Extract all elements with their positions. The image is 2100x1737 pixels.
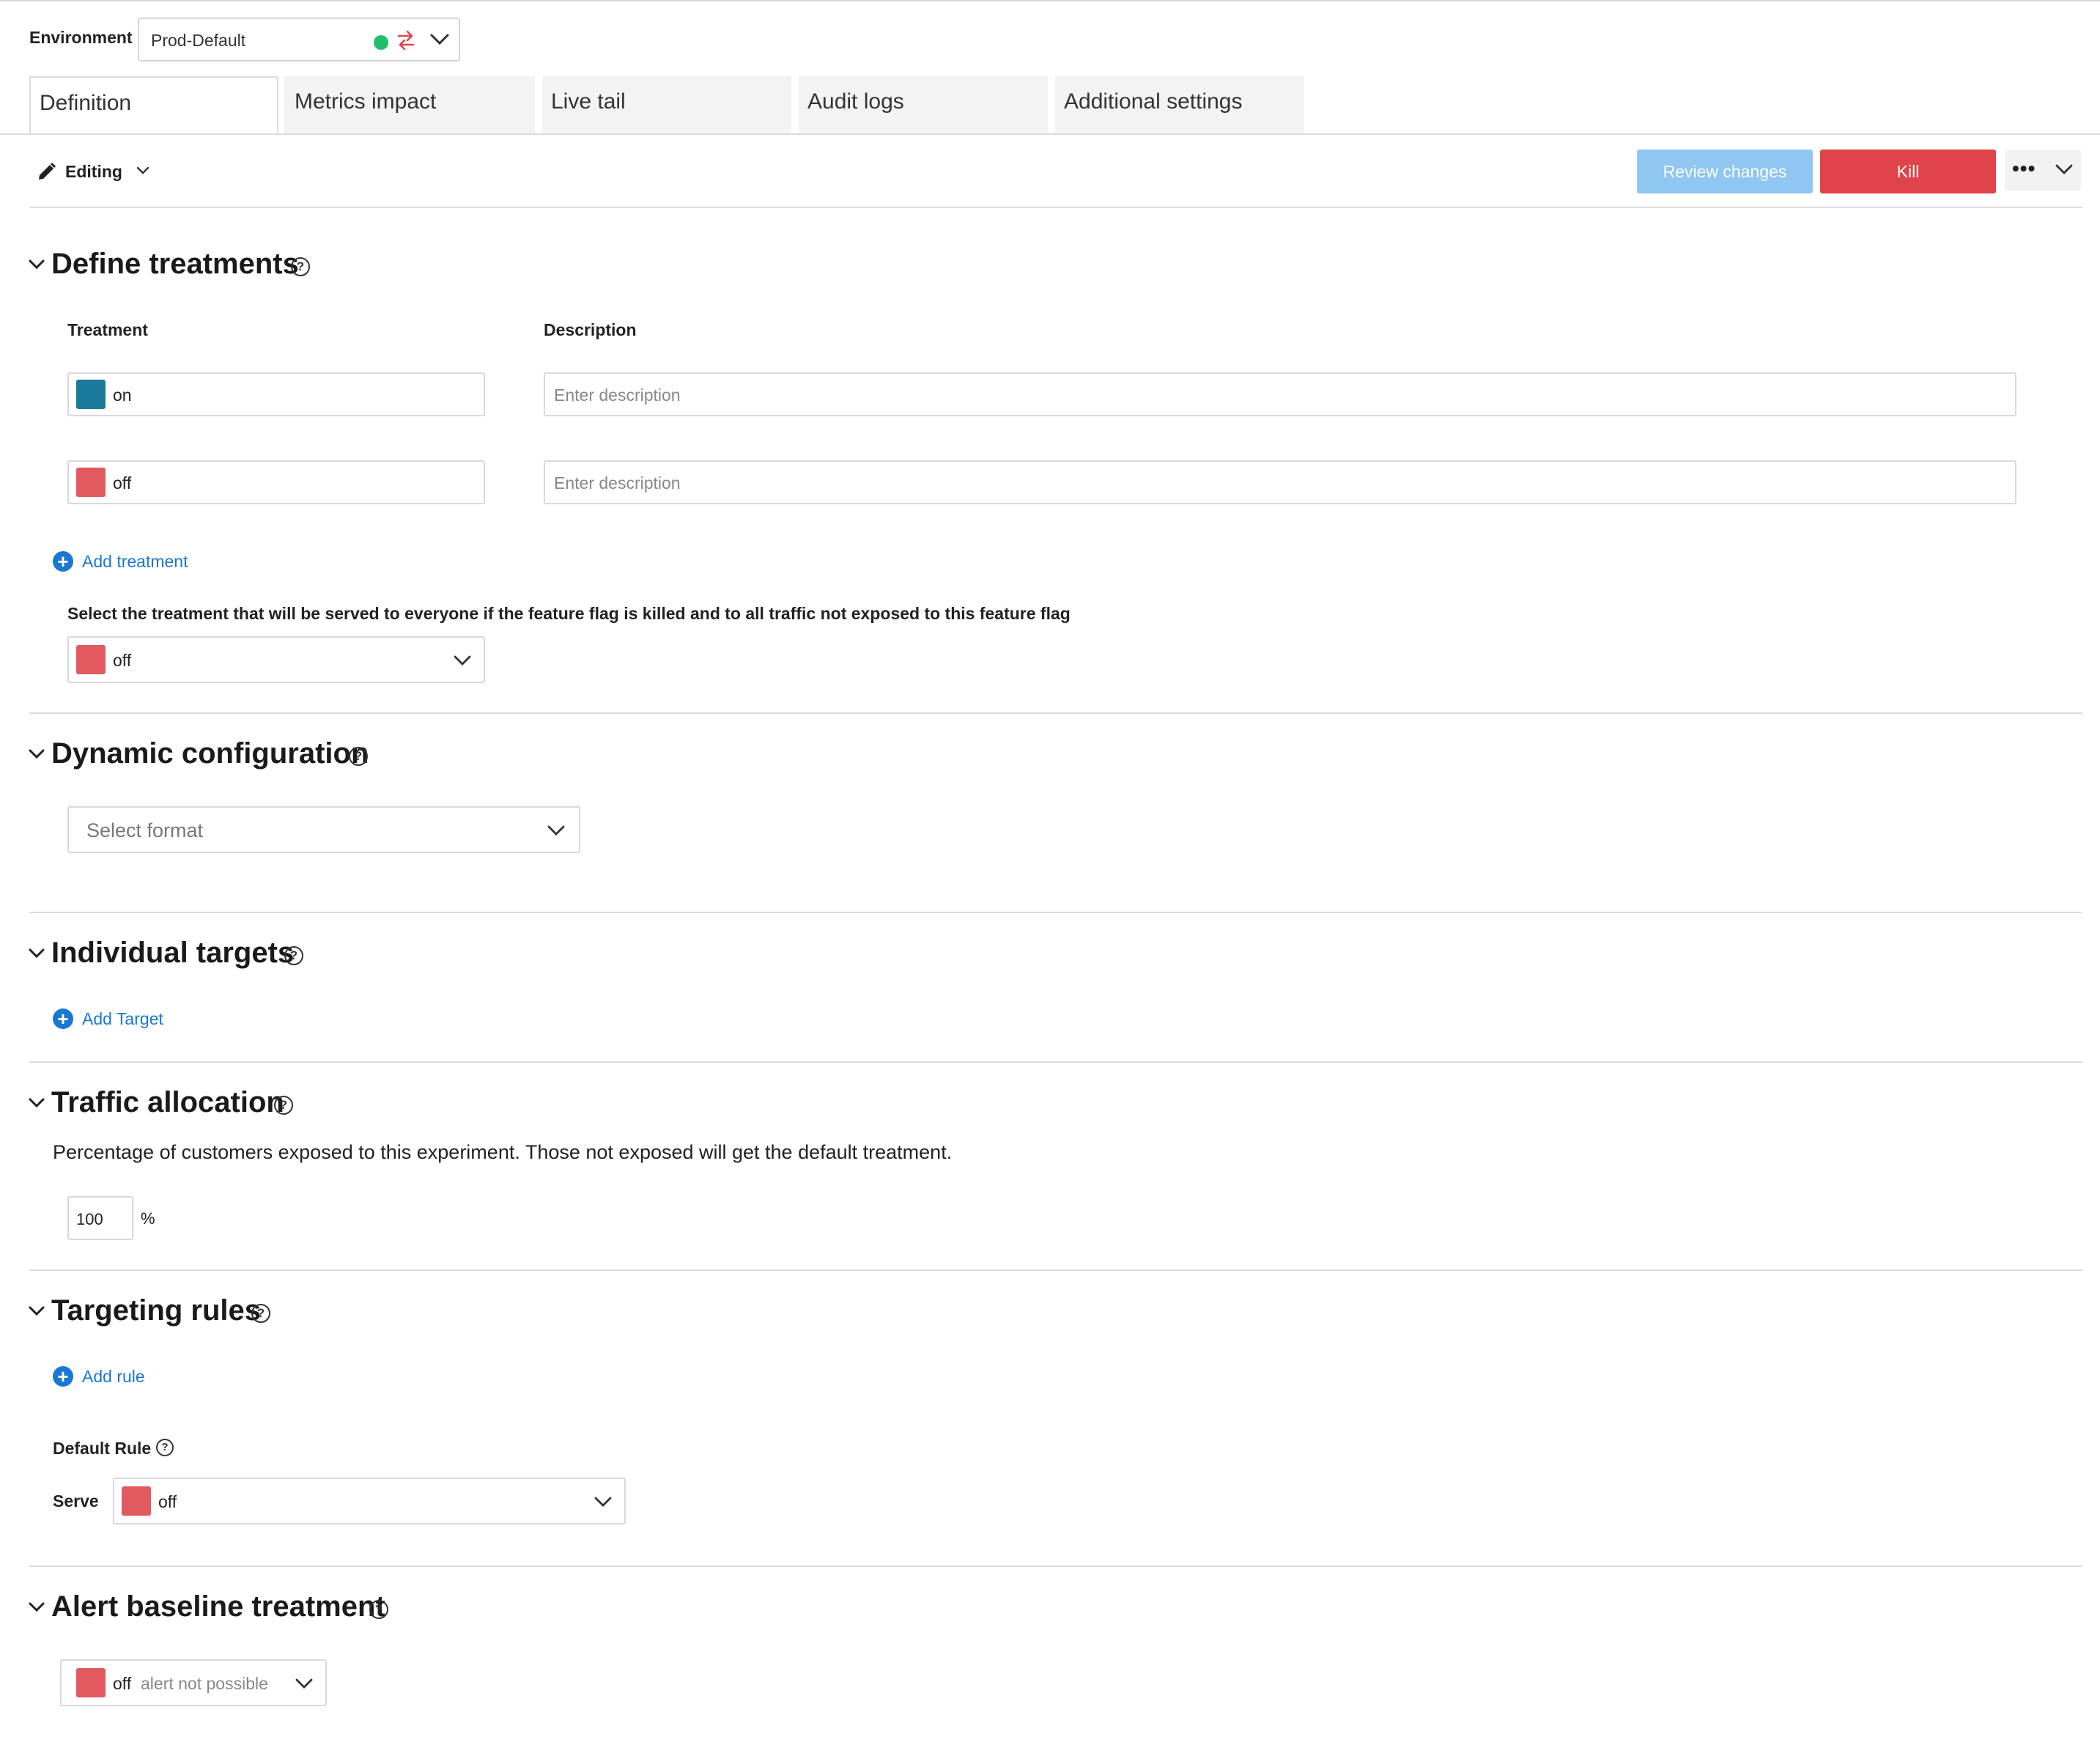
section-title-define-treatments: Define treatments xyxy=(51,248,299,280)
percent-unit: % xyxy=(141,1209,155,1228)
chevron-down-icon xyxy=(2055,163,2074,180)
chevron-down-icon xyxy=(453,654,472,671)
help-icon[interactable]: ? xyxy=(156,1439,174,1456)
treatment-description-input[interactable]: Enter description xyxy=(544,372,2016,416)
mode-label[interactable]: Editing xyxy=(65,162,122,182)
help-icon[interactable]: ? xyxy=(284,946,303,965)
default-treatment-select[interactable]: off xyxy=(67,636,485,683)
review-changes-button[interactable]: Review changes xyxy=(1637,150,1813,193)
divider xyxy=(29,712,2082,714)
collapse-chevron-icon[interactable] xyxy=(28,1601,45,1618)
treatment-color-swatch xyxy=(76,645,106,674)
default-rule-label: Default Rule xyxy=(53,1439,152,1458)
section-title-targeting-rules: Targeting rules xyxy=(51,1294,261,1327)
serve-label: Serve xyxy=(53,1491,99,1511)
serve-treatment-value: off xyxy=(158,1492,177,1511)
help-icon[interactable]: ? xyxy=(274,1096,293,1115)
treatment-color-swatch[interactable] xyxy=(76,468,106,497)
add-treatment-link[interactable]: Add treatment xyxy=(82,552,188,572)
treatment-color-swatch xyxy=(122,1486,151,1516)
collapse-chevron-icon[interactable] xyxy=(28,258,45,275)
treatment-name-input[interactable]: on xyxy=(67,372,485,416)
help-icon[interactable]: ? xyxy=(369,1600,388,1619)
more-icon: ••• xyxy=(2012,157,2036,180)
environment-value: Prod-Default xyxy=(151,31,246,50)
chevron-down-icon xyxy=(295,1677,314,1694)
collapse-chevron-icon[interactable] xyxy=(28,947,45,964)
help-icon[interactable]: ? xyxy=(349,747,368,766)
section-title-traffic-allocation: Traffic allocation xyxy=(51,1086,284,1118)
treatment-name-input[interactable]: off xyxy=(67,460,485,504)
more-actions-button[interactable]: ••• xyxy=(2005,150,2081,191)
environment-label: Environment xyxy=(29,28,133,47)
add-rule-link[interactable]: Add rule xyxy=(82,1367,145,1387)
chevron-down-icon xyxy=(594,1495,613,1512)
top-border xyxy=(0,0,2100,1)
alert-baseline-select[interactable]: off alert not possible xyxy=(60,1659,327,1706)
collapse-chevron-icon[interactable] xyxy=(28,1096,45,1113)
section-title-dynamic-configuration: Dynamic configuration xyxy=(51,737,369,770)
tab-definition[interactable]: Definition xyxy=(29,76,278,135)
chevron-down-icon xyxy=(547,824,566,841)
swap-icon[interactable] xyxy=(396,29,416,55)
description-column-label: Description xyxy=(544,320,637,339)
alert-baseline-note: alert not possible xyxy=(141,1674,268,1693)
serve-treatment-select[interactable]: off xyxy=(113,1478,626,1524)
divider xyxy=(29,1565,2082,1567)
traffic-percentage-input[interactable]: 100 xyxy=(67,1196,133,1240)
tab-additional-settings[interactable]: Additional settings xyxy=(1055,76,1304,133)
default-treatment-prompt: Select the treatment that will be served… xyxy=(67,604,1071,623)
treatment-name-value: off xyxy=(113,473,132,493)
kill-button[interactable]: Kill xyxy=(1820,150,1996,193)
divider xyxy=(29,912,2082,913)
add-icon[interactable]: + xyxy=(53,551,73,572)
divider xyxy=(29,1061,2082,1063)
help-icon[interactable]: ? xyxy=(251,1304,270,1323)
pencil-icon xyxy=(37,161,57,185)
description-placeholder: Enter description xyxy=(554,473,681,493)
format-placeholder: Select format xyxy=(86,819,204,841)
description-placeholder: Enter description xyxy=(554,386,681,405)
chevron-down-icon[interactable] xyxy=(429,32,450,51)
divider xyxy=(29,1269,2082,1271)
traffic-allocation-description: Percentage of customers exposed to this … xyxy=(53,1141,953,1163)
tab-audit-logs[interactable]: Audit logs xyxy=(799,76,1048,133)
help-icon[interactable]: ? xyxy=(291,257,310,276)
divider xyxy=(29,207,2082,208)
environment-select[interactable]: Prod-Default xyxy=(138,18,460,62)
add-target-link[interactable]: Add Target xyxy=(82,1009,163,1029)
tabs-divider xyxy=(0,133,2100,135)
treatment-color-swatch[interactable] xyxy=(76,380,106,409)
treatment-column-label: Treatment xyxy=(67,320,148,339)
chevron-down-icon[interactable] xyxy=(136,166,149,180)
tab-metrics-impact[interactable]: Metrics impact xyxy=(284,76,535,133)
add-icon[interactable]: + xyxy=(53,1008,73,1029)
status-dot-icon xyxy=(374,35,388,50)
treatment-name-value: on xyxy=(113,386,132,405)
treatment-description-input[interactable]: Enter description xyxy=(544,460,2016,504)
alert-baseline-value: off xyxy=(113,1674,132,1693)
format-select[interactable]: Select format xyxy=(67,806,580,853)
treatment-color-swatch xyxy=(76,1668,106,1697)
section-title-individual-targets: Individual targets xyxy=(51,937,295,969)
add-icon[interactable]: + xyxy=(53,1366,73,1387)
tab-live-tail[interactable]: Live tail xyxy=(542,76,791,133)
section-title-alert-baseline-treatment: Alert baseline treatment xyxy=(51,1590,385,1623)
traffic-percentage-value: 100 xyxy=(76,1210,103,1228)
default-treatment-value: off xyxy=(113,651,132,670)
collapse-chevron-icon[interactable] xyxy=(28,748,45,764)
collapse-chevron-icon[interactable] xyxy=(28,1305,45,1321)
